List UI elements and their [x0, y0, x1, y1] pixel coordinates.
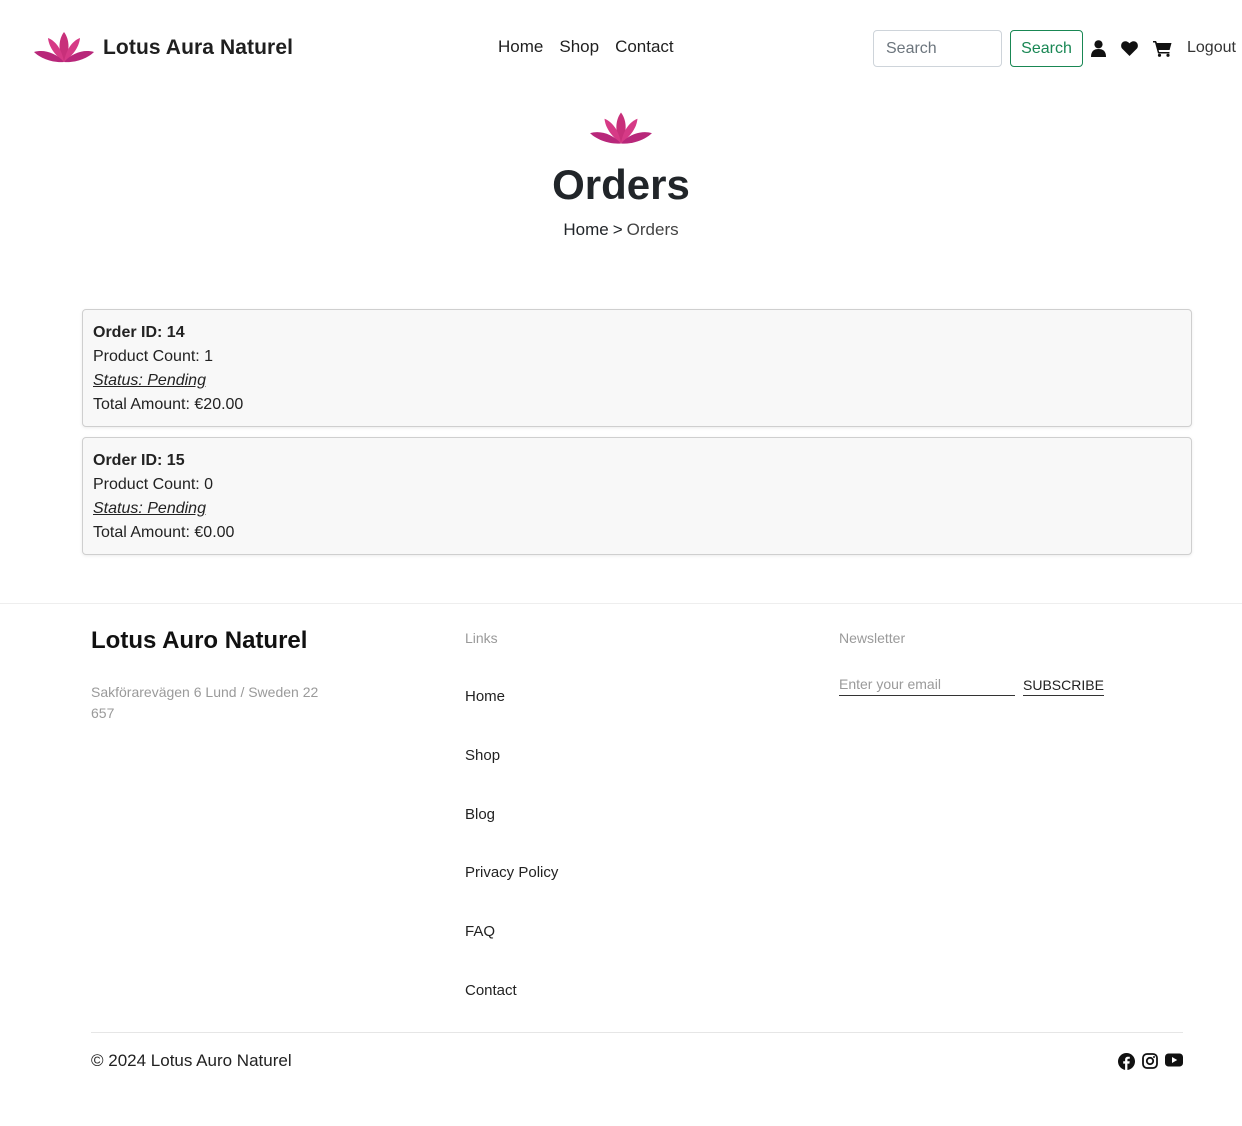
page-title: Orders — [552, 161, 690, 208]
heart-icon[interactable] — [1119, 38, 1139, 58]
footer-link-blog[interactable]: Blog — [465, 806, 558, 865]
search-input[interactable] — [873, 30, 1002, 67]
order-product-count: Product Count: 1 — [93, 348, 214, 365]
order-total: Total Amount: €0.00 — [93, 524, 235, 541]
footer-links: Home Shop Blog Privacy Policy FAQ Contac… — [465, 688, 558, 1041]
lotus-icon — [34, 32, 94, 63]
nav-link-home[interactable]: Home — [498, 37, 543, 57]
nav-link-contact[interactable]: Contact — [615, 37, 674, 57]
order-total: Total Amount: €20.00 — [93, 396, 244, 413]
orders-list: Order ID: 14 Product Count: 1 Status: Pe… — [82, 309, 1192, 565]
main-nav: Home Shop Contact — [498, 37, 690, 57]
copyright-text: © 2024 Lotus Auro Naturel — [91, 1051, 292, 1070]
breadcrumb: Home > Orders — [0, 220, 1242, 240]
cart-icon[interactable] — [1152, 38, 1172, 58]
footer-brand-name: Lotus Auro Naturel — [91, 627, 308, 654]
youtube-icon[interactable] — [1165, 1053, 1183, 1071]
breadcrumb-home-link[interactable]: Home — [563, 220, 608, 239]
nav-link-shop[interactable]: Shop — [559, 37, 599, 57]
breadcrumb-current: Orders — [626, 220, 679, 240]
order-id: Order ID: 14 — [93, 324, 185, 341]
order-id: Order ID: 15 — [93, 452, 185, 469]
page-hero: Orders Home > Orders — [0, 110, 1242, 240]
order-status: Status: Pending — [93, 372, 206, 389]
facebook-icon[interactable] — [1118, 1053, 1136, 1071]
footer-divider — [0, 603, 1242, 604]
order-card: Order ID: 14 Product Count: 1 Status: Pe… — [82, 309, 1192, 427]
breadcrumb-separator: > — [612, 220, 623, 240]
user-icon[interactable] — [1088, 38, 1108, 58]
order-status: Status: Pending — [93, 500, 206, 517]
site-header: Lotus Aura Naturel Home Shop Contact Sea… — [0, 0, 1242, 96]
instagram-icon[interactable] — [1142, 1053, 1160, 1071]
search-button[interactable]: Search — [1010, 30, 1083, 67]
logout-link[interactable]: Logout — [1187, 39, 1236, 57]
footer-links-title: Links — [465, 630, 498, 646]
order-card: Order ID: 15 Product Count: 0 Status: Pe… — [82, 437, 1192, 555]
newsletter-title: Newsletter — [839, 630, 906, 646]
brand-home-link[interactable]: Lotus Aura Naturel — [32, 30, 293, 66]
footer-link-privacy-policy[interactable]: Privacy Policy — [465, 864, 558, 923]
newsletter-email-input[interactable] — [839, 673, 1015, 696]
footer-link-faq[interactable]: FAQ — [465, 923, 558, 982]
lotus-icon — [590, 112, 652, 144]
footer-link-shop[interactable]: Shop — [465, 747, 558, 806]
footer-address: Sakförarevägen 6 Lund / Sweden 22 657 — [91, 684, 319, 721]
footer-bottom-divider — [91, 1032, 1183, 1033]
footer-link-home[interactable]: Home — [465, 688, 558, 747]
subscribe-button[interactable]: SUBSCRIBE — [1023, 674, 1104, 696]
brand-name: Lotus Aura Naturel — [103, 36, 294, 59]
order-product-count: Product Count: 0 — [93, 476, 214, 493]
